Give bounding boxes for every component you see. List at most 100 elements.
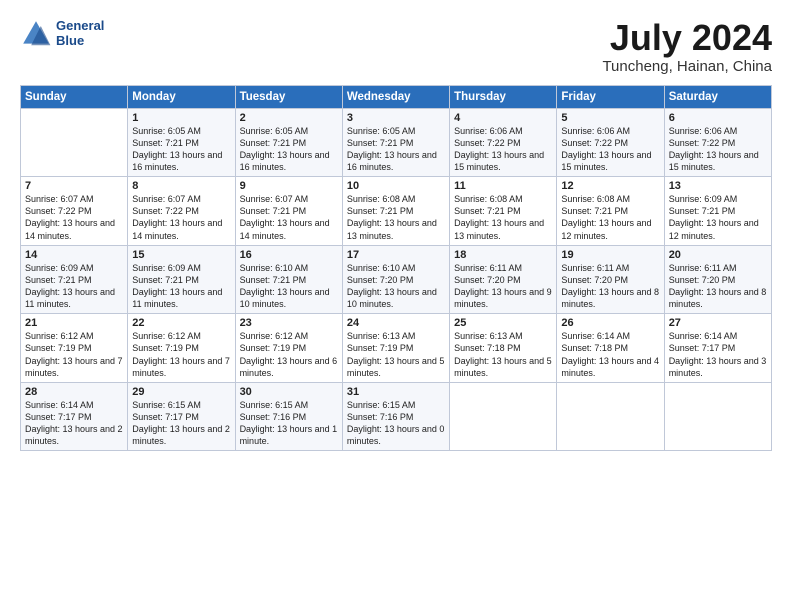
cell-details: Sunrise: 6:14 AM Sunset: 7:17 PM Dayligh…	[669, 330, 767, 379]
calendar-cell: 16Sunrise: 6:10 AM Sunset: 7:21 PM Dayli…	[235, 245, 342, 314]
cell-details: Sunrise: 6:06 AM Sunset: 7:22 PM Dayligh…	[561, 125, 659, 174]
calendar-cell: 11Sunrise: 6:08 AM Sunset: 7:21 PM Dayli…	[450, 177, 557, 246]
day-number: 18	[454, 249, 552, 261]
weekday-header-friday: Friday	[557, 85, 664, 108]
calendar-cell: 4Sunrise: 6:06 AM Sunset: 7:22 PM Daylig…	[450, 108, 557, 177]
calendar-table: SundayMondayTuesdayWednesdayThursdayFrid…	[20, 85, 772, 452]
day-number: 9	[240, 180, 338, 192]
calendar-cell: 5Sunrise: 6:06 AM Sunset: 7:22 PM Daylig…	[557, 108, 664, 177]
cell-details: Sunrise: 6:15 AM Sunset: 7:17 PM Dayligh…	[132, 399, 230, 448]
calendar-cell: 23Sunrise: 6:12 AM Sunset: 7:19 PM Dayli…	[235, 314, 342, 383]
day-number: 25	[454, 317, 552, 329]
day-number: 30	[240, 386, 338, 398]
calendar-cell: 14Sunrise: 6:09 AM Sunset: 7:21 PM Dayli…	[21, 245, 128, 314]
calendar-cell: 19Sunrise: 6:11 AM Sunset: 7:20 PM Dayli…	[557, 245, 664, 314]
weekday-header-tuesday: Tuesday	[235, 85, 342, 108]
main-title: July 2024	[602, 18, 772, 58]
calendar-cell: 31Sunrise: 6:15 AM Sunset: 7:16 PM Dayli…	[342, 382, 449, 451]
day-number: 28	[25, 386, 123, 398]
day-number: 21	[25, 317, 123, 329]
calendar-cell: 12Sunrise: 6:08 AM Sunset: 7:21 PM Dayli…	[557, 177, 664, 246]
weekday-header-monday: Monday	[128, 85, 235, 108]
logo-line2: Blue	[56, 34, 104, 49]
logo: General Blue	[20, 18, 104, 50]
logo-line1: General	[56, 19, 104, 34]
calendar-cell: 9Sunrise: 6:07 AM Sunset: 7:21 PM Daylig…	[235, 177, 342, 246]
calendar-cell: 18Sunrise: 6:11 AM Sunset: 7:20 PM Dayli…	[450, 245, 557, 314]
day-number: 22	[132, 317, 230, 329]
day-number: 31	[347, 386, 445, 398]
day-number: 19	[561, 249, 659, 261]
cell-details: Sunrise: 6:08 AM Sunset: 7:21 PM Dayligh…	[561, 193, 659, 242]
cell-details: Sunrise: 6:06 AM Sunset: 7:22 PM Dayligh…	[454, 125, 552, 174]
cell-details: Sunrise: 6:08 AM Sunset: 7:21 PM Dayligh…	[454, 193, 552, 242]
cell-details: Sunrise: 6:13 AM Sunset: 7:18 PM Dayligh…	[454, 330, 552, 379]
day-number: 27	[669, 317, 767, 329]
day-number: 15	[132, 249, 230, 261]
week-row-3: 21Sunrise: 6:12 AM Sunset: 7:19 PM Dayli…	[21, 314, 772, 383]
day-number: 13	[669, 180, 767, 192]
calendar-cell: 7Sunrise: 6:07 AM Sunset: 7:22 PM Daylig…	[21, 177, 128, 246]
header: General Blue July 2024 Tuncheng, Hainan,…	[20, 18, 772, 75]
day-number: 1	[132, 112, 230, 124]
calendar-cell	[450, 382, 557, 451]
day-number: 6	[669, 112, 767, 124]
calendar-cell: 6Sunrise: 6:06 AM Sunset: 7:22 PM Daylig…	[664, 108, 771, 177]
day-number: 5	[561, 112, 659, 124]
calendar-cell: 20Sunrise: 6:11 AM Sunset: 7:20 PM Dayli…	[664, 245, 771, 314]
day-number: 23	[240, 317, 338, 329]
calendar-cell: 24Sunrise: 6:13 AM Sunset: 7:19 PM Dayli…	[342, 314, 449, 383]
cell-details: Sunrise: 6:10 AM Sunset: 7:20 PM Dayligh…	[347, 262, 445, 311]
calendar-cell	[557, 382, 664, 451]
cell-details: Sunrise: 6:11 AM Sunset: 7:20 PM Dayligh…	[561, 262, 659, 311]
cell-details: Sunrise: 6:14 AM Sunset: 7:18 PM Dayligh…	[561, 330, 659, 379]
calendar-cell: 30Sunrise: 6:15 AM Sunset: 7:16 PM Dayli…	[235, 382, 342, 451]
day-number: 10	[347, 180, 445, 192]
day-number: 12	[561, 180, 659, 192]
title-block: July 2024 Tuncheng, Hainan, China	[602, 18, 772, 75]
cell-details: Sunrise: 6:06 AM Sunset: 7:22 PM Dayligh…	[669, 125, 767, 174]
cell-details: Sunrise: 6:15 AM Sunset: 7:16 PM Dayligh…	[240, 399, 338, 448]
weekday-header-saturday: Saturday	[664, 85, 771, 108]
week-row-4: 28Sunrise: 6:14 AM Sunset: 7:17 PM Dayli…	[21, 382, 772, 451]
calendar-cell: 21Sunrise: 6:12 AM Sunset: 7:19 PM Dayli…	[21, 314, 128, 383]
cell-details: Sunrise: 6:05 AM Sunset: 7:21 PM Dayligh…	[132, 125, 230, 174]
cell-details: Sunrise: 6:07 AM Sunset: 7:21 PM Dayligh…	[240, 193, 338, 242]
cell-details: Sunrise: 6:14 AM Sunset: 7:17 PM Dayligh…	[25, 399, 123, 448]
cell-details: Sunrise: 6:05 AM Sunset: 7:21 PM Dayligh…	[240, 125, 338, 174]
day-number: 14	[25, 249, 123, 261]
cell-details: Sunrise: 6:09 AM Sunset: 7:21 PM Dayligh…	[25, 262, 123, 311]
calendar-cell: 28Sunrise: 6:14 AM Sunset: 7:17 PM Dayli…	[21, 382, 128, 451]
calendar-cell: 27Sunrise: 6:14 AM Sunset: 7:17 PM Dayli…	[664, 314, 771, 383]
logo-icon	[20, 18, 52, 50]
calendar-cell	[664, 382, 771, 451]
calendar-cell: 26Sunrise: 6:14 AM Sunset: 7:18 PM Dayli…	[557, 314, 664, 383]
week-row-0: 1Sunrise: 6:05 AM Sunset: 7:21 PM Daylig…	[21, 108, 772, 177]
day-number: 4	[454, 112, 552, 124]
day-number: 8	[132, 180, 230, 192]
subtitle: Tuncheng, Hainan, China	[602, 58, 772, 75]
cell-details: Sunrise: 6:10 AM Sunset: 7:21 PM Dayligh…	[240, 262, 338, 311]
cell-details: Sunrise: 6:08 AM Sunset: 7:21 PM Dayligh…	[347, 193, 445, 242]
day-number: 17	[347, 249, 445, 261]
cell-details: Sunrise: 6:11 AM Sunset: 7:20 PM Dayligh…	[669, 262, 767, 311]
cell-details: Sunrise: 6:13 AM Sunset: 7:19 PM Dayligh…	[347, 330, 445, 379]
cell-details: Sunrise: 6:12 AM Sunset: 7:19 PM Dayligh…	[25, 330, 123, 379]
day-number: 7	[25, 180, 123, 192]
cell-details: Sunrise: 6:15 AM Sunset: 7:16 PM Dayligh…	[347, 399, 445, 448]
weekday-header-thursday: Thursday	[450, 85, 557, 108]
logo-text: General Blue	[56, 19, 104, 49]
cell-details: Sunrise: 6:12 AM Sunset: 7:19 PM Dayligh…	[132, 330, 230, 379]
calendar-cell: 2Sunrise: 6:05 AM Sunset: 7:21 PM Daylig…	[235, 108, 342, 177]
calendar-cell	[21, 108, 128, 177]
day-number: 2	[240, 112, 338, 124]
weekday-header-wednesday: Wednesday	[342, 85, 449, 108]
calendar-cell: 22Sunrise: 6:12 AM Sunset: 7:19 PM Dayli…	[128, 314, 235, 383]
day-number: 11	[454, 180, 552, 192]
calendar-cell: 15Sunrise: 6:09 AM Sunset: 7:21 PM Dayli…	[128, 245, 235, 314]
cell-details: Sunrise: 6:07 AM Sunset: 7:22 PM Dayligh…	[25, 193, 123, 242]
cell-details: Sunrise: 6:12 AM Sunset: 7:19 PM Dayligh…	[240, 330, 338, 379]
day-number: 20	[669, 249, 767, 261]
calendar-cell: 8Sunrise: 6:07 AM Sunset: 7:22 PM Daylig…	[128, 177, 235, 246]
cell-details: Sunrise: 6:09 AM Sunset: 7:21 PM Dayligh…	[132, 262, 230, 311]
